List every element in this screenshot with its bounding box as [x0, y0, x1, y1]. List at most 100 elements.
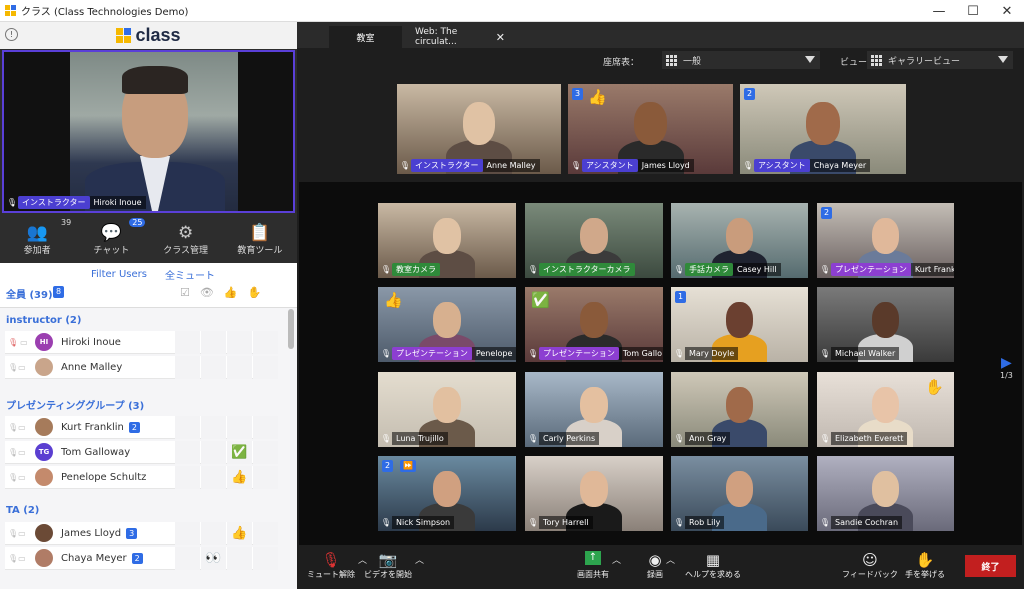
maximize-button[interactable]: ☐	[956, 0, 990, 22]
reaction-emoji: 👍	[384, 291, 403, 309]
thumbs-filter-icon[interactable]: 👍	[224, 286, 238, 299]
video-tile[interactable]: 🎙 Tory Harrell	[525, 456, 663, 531]
video-tile[interactable]: 🎙 手話カメラ Casey Hill	[671, 203, 808, 278]
roster-person[interactable]: 🎙▭ Penelope Schultz 👍	[5, 466, 278, 489]
app-icon	[5, 5, 16, 16]
info-icon[interactable]: !	[5, 28, 18, 41]
video-tile[interactable]: 👍 🎙 プレゼンテーション Penelope	[378, 287, 516, 362]
host-name: Hiroki Inoue	[89, 195, 146, 209]
close-tab-icon[interactable]: ✕	[496, 31, 505, 44]
video-tile[interactable]: 🎙 教室カメラ	[378, 203, 516, 278]
chat-badge: 3	[126, 527, 138, 539]
tile-name: Casey Hill	[733, 262, 781, 276]
video-tile[interactable]: 🎙 Carly Perkins	[525, 372, 663, 447]
chat-tool[interactable]: 25 💬 チャット	[74, 215, 148, 263]
teaching-tools-icon: 📋	[249, 222, 271, 243]
all-participants-label[interactable]: 全員 (39)	[6, 286, 53, 301]
video-tile[interactable]: 🎙 Michael Walker	[817, 287, 954, 362]
end-button[interactable]: 終了	[965, 555, 1016, 577]
page-indicator: 1/3	[1000, 371, 1013, 380]
mic-camera-icons: 🎙▭	[8, 528, 26, 538]
chat-badge: 2	[821, 207, 833, 219]
class-manage-tool[interactable]: ⚙ クラス管理	[149, 215, 223, 263]
person-name: Anne Malley	[61, 361, 123, 373]
unmute-label: ミュート解除	[307, 570, 355, 579]
roster-person[interactable]: 🎙▭ Kurt Franklin 2	[5, 416, 278, 439]
video-tile[interactable]: 🎙 インストラクターカメラ	[525, 203, 663, 278]
roster-scrollbar[interactable]	[288, 309, 294, 349]
tile-role: インストラクター	[411, 158, 483, 172]
avatar	[35, 549, 53, 567]
roster-person[interactable]: 🎙▭ TG Tom Galloway ✅	[5, 441, 278, 464]
record-button[interactable]: ◉ ︿ 録画	[647, 551, 675, 580]
host-video[interactable]: 🎙 インストラクター Hiroki Inoue	[2, 50, 295, 213]
view-select[interactable]: ギャラリービュー	[867, 51, 1013, 69]
video-tile[interactable]: 🎙 インストラクター Anne Malley	[397, 84, 561, 174]
feedback-label: フィードバック	[842, 570, 898, 579]
mic-icon: 🎙	[399, 160, 411, 170]
seating-select[interactable]: 一般	[662, 51, 820, 69]
teaching-tools-tool[interactable]: 📋 教育ツール	[223, 215, 297, 263]
close-window-button[interactable]: ✕	[990, 0, 1024, 22]
checkbox-filter-icon[interactable]: ☑	[180, 286, 190, 299]
filter-users-link[interactable]: Filter Users	[91, 269, 147, 280]
mic-icon: 🎙	[6, 197, 18, 207]
video-tile[interactable]: 1 🎙 Mary Doyle	[671, 287, 808, 362]
next-page-icon[interactable]: ▶	[1000, 355, 1013, 371]
video-tile[interactable]: 2 ⏩ 🎙 Nick Simpson	[378, 456, 516, 531]
video-tile[interactable]: 🎙 Ann Gray	[671, 372, 808, 447]
group-title-ta[interactable]: TA (2)	[6, 505, 39, 516]
tab-classroom[interactable]: 教室	[329, 26, 402, 48]
minimize-button[interactable]: —	[922, 0, 956, 22]
class-manage-icon: ⚙	[178, 222, 194, 243]
tile-role: プレゼンテーション	[539, 346, 619, 360]
mic-icon: 🎙	[673, 517, 685, 527]
tile-nametag: 🎙 プレゼンテーション Kurt Frank	[819, 262, 954, 276]
tab-web-label: Web: The circulat...	[415, 27, 458, 47]
mic-icon: 🎙	[380, 348, 392, 358]
gallery-icon	[871, 55, 882, 66]
raise-hand-button[interactable]: ✋ 手を挙げる	[905, 551, 945, 580]
pager[interactable]: ▶ 1/3	[1000, 355, 1013, 380]
roster-person[interactable]: 🎙 ▭ HI Hiroki Inoue	[5, 331, 278, 354]
start-video-button[interactable]: 📷 ︿ ビデオを開始	[364, 551, 424, 580]
view-value: ギャラリービュー	[888, 56, 961, 67]
roster-person[interactable]: 🎙▭ Anne Malley	[5, 356, 278, 379]
tile-nametag: 🎙 Nick Simpson	[380, 515, 455, 529]
eye-filter-icon[interactable]: 👁	[200, 286, 214, 299]
video-tile[interactable]: 2 🎙 プレゼンテーション Kurt Frank	[817, 203, 954, 278]
tile-nametag: 🎙 Michael Walker	[819, 346, 900, 360]
video-tile[interactable]: 3 👍 🎙 アシスタント James Lloyd	[568, 84, 733, 174]
chevron-up-icon[interactable]: ︿	[612, 553, 621, 566]
roster-person[interactable]: 🎙▭ Chaya Meyer 2 👀	[5, 547, 278, 570]
video-tile[interactable]: 2 🎙 アシスタント Chaya Meyer	[740, 84, 906, 174]
avatar	[35, 468, 53, 486]
video-tile[interactable]: ✅ 🎙 プレゼンテーション Tom Gallo	[525, 287, 663, 362]
reaction-emoji: 👍	[588, 88, 607, 106]
roster-header: Filter Users 全ミュート 全員 (39) 8 ☑ 👁 👍 ✋	[0, 263, 297, 308]
chevron-up-icon[interactable]: ︿	[666, 553, 675, 566]
mic-icon: 🎙	[819, 348, 831, 358]
video-tile[interactable]: ✋ 🎙 Elizabeth Everett	[817, 372, 954, 447]
mute-all-link[interactable]: 全ミュート	[165, 267, 215, 282]
class-manage-label: クラス管理	[163, 245, 209, 256]
feedback-button[interactable]: ☺ フィードバック	[842, 551, 898, 580]
video-tile[interactable]: 🎙 Sandie Cochran	[817, 456, 954, 531]
video-tile[interactable]: 🎙 Rob Lily	[671, 456, 808, 531]
help-button[interactable]: ▦ ヘルプを求める	[685, 551, 741, 580]
hand-filter-icon[interactable]: ✋	[248, 286, 262, 299]
share-screen-button[interactable]: ↑ ︿ 画面共有	[577, 551, 621, 580]
mic-camera-icons: 🎙▭	[8, 553, 26, 563]
group-title-presenting[interactable]: プレゼンティンググループ (3)	[6, 397, 144, 412]
group-title-instructor[interactable]: instructor (2)	[6, 315, 81, 326]
chat-badge: 3	[572, 88, 584, 100]
video-tile[interactable]: 🎙 Luna Trujillo	[378, 372, 516, 447]
tile-name: Tom Gallo	[618, 346, 663, 360]
chevron-up-icon[interactable]: ︿	[415, 553, 424, 566]
tile-name: Elizabeth Everett	[831, 431, 908, 445]
unmute-button[interactable]: 🎙 ︿ ミュート解除	[307, 551, 367, 580]
mic-icon: 🎙	[570, 160, 582, 170]
roster-person[interactable]: 🎙▭ James Lloyd 3 👍	[5, 522, 278, 545]
tab-web[interactable]: Web: The circulat... ✕	[405, 26, 515, 48]
participants-tool[interactable]: 39 👥 参加者	[0, 215, 74, 263]
